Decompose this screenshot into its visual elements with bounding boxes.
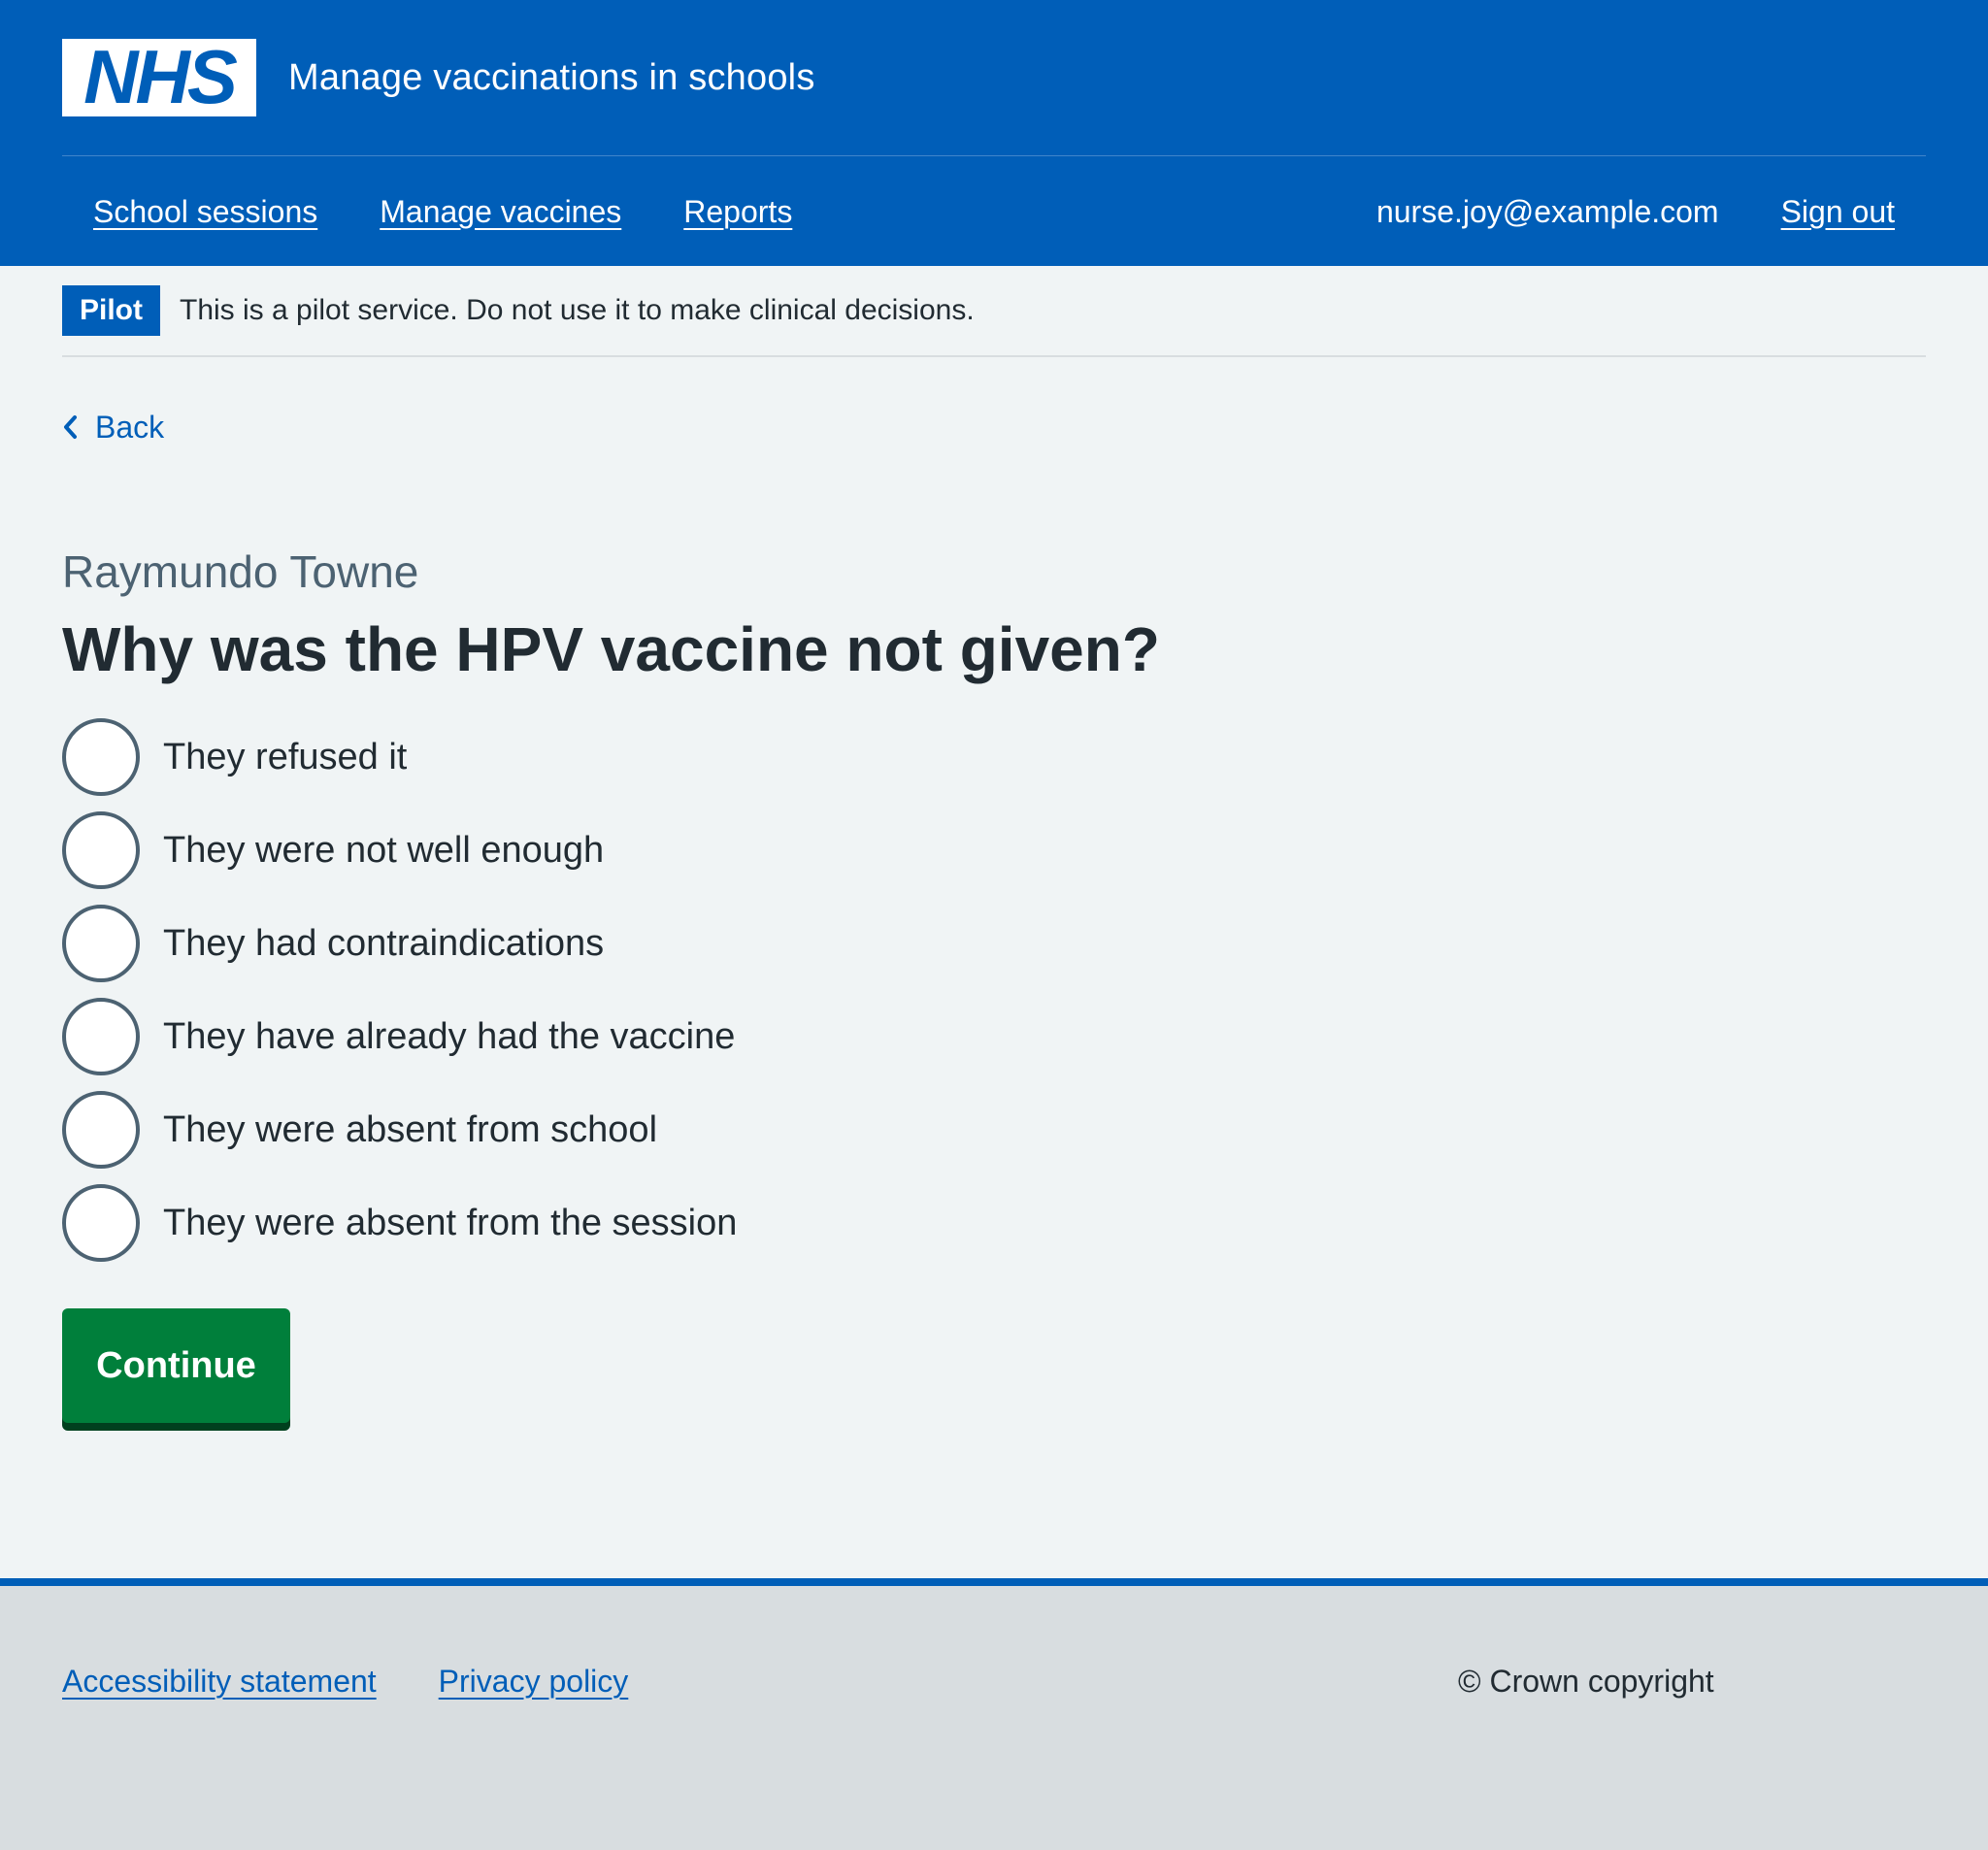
radio-label[interactable]: They refused it xyxy=(163,737,407,778)
radio-label[interactable]: They have already had the vaccine xyxy=(163,1016,735,1058)
radio-button[interactable] xyxy=(62,1184,140,1262)
patient-name-caption: Raymundo Towne xyxy=(62,546,419,597)
pilot-tag: Pilot xyxy=(62,285,160,336)
radio-option-absent-session[interactable]: They were absent from the session xyxy=(62,1184,737,1262)
account-nav: nurse.joy@example.com Sign out xyxy=(1376,190,1895,233)
footer-link-privacy[interactable]: Privacy policy xyxy=(439,1664,629,1700)
radio-option-absent-school[interactable]: They were absent from school xyxy=(62,1091,737,1169)
radio-option-already-had[interactable]: They have already had the vaccine xyxy=(62,998,737,1075)
nav-link-reports[interactable]: Reports xyxy=(683,194,792,230)
radio-option-refused[interactable]: They refused it xyxy=(62,718,737,796)
pilot-banner: Pilot This is a pilot service. Do not us… xyxy=(62,285,975,336)
radio-option-not-well[interactable]: They were not well enough xyxy=(62,811,737,889)
nav-link-manage-vaccines[interactable]: Manage vaccines xyxy=(380,194,621,230)
nhs-logo-text: NHS xyxy=(83,43,238,113)
radio-label[interactable]: They were absent from the session xyxy=(163,1203,737,1244)
sign-out-link[interactable]: Sign out xyxy=(1781,194,1895,230)
radio-button[interactable] xyxy=(62,811,140,889)
nav-link-school-sessions[interactable]: School sessions xyxy=(93,194,317,230)
continue-button[interactable]: Continue xyxy=(62,1308,290,1423)
radio-label[interactable]: They were not well enough xyxy=(163,830,604,872)
radio-button[interactable] xyxy=(62,1091,140,1169)
back-link[interactable]: Back xyxy=(62,406,164,448)
copyright-notice: © Crown copyright xyxy=(1458,1663,1714,1699)
user-email: nurse.joy@example.com xyxy=(1375,193,1719,229)
primary-nav: School sessions Manage vaccines Reports xyxy=(93,190,854,233)
site-header: NHS Manage vaccinations in schools Schoo… xyxy=(0,0,1988,266)
service-name[interactable]: Manage vaccinations in schools xyxy=(288,57,815,99)
header-divider xyxy=(62,155,1926,156)
reason-radio-group: They refused it They were not well enoug… xyxy=(62,718,737,1277)
footer-link-accessibility[interactable]: Accessibility statement xyxy=(62,1664,377,1700)
footer-links: Accessibility statement Privacy policy xyxy=(62,1660,690,1702)
nhs-logo-icon: NHS xyxy=(83,43,241,113)
radio-button[interactable] xyxy=(62,718,140,796)
header-branding: NHS Manage vaccinations in schools xyxy=(62,39,815,116)
pilot-message: This is a pilot service. Do not use it t… xyxy=(180,294,975,326)
back-link-label: Back xyxy=(95,409,165,445)
page-title: Why was the HPV vaccine not given? xyxy=(62,614,1160,684)
radio-label[interactable]: They were absent from school xyxy=(163,1109,657,1151)
chevron-left-icon xyxy=(62,414,78,440)
nhs-logo[interactable]: NHS xyxy=(62,39,256,116)
radio-label[interactable]: They had contraindications xyxy=(163,923,604,965)
radio-button[interactable] xyxy=(62,998,140,1075)
site-footer: Accessibility statement Privacy policy ©… xyxy=(0,1578,1988,1850)
radio-option-contraindications[interactable]: They had contraindications xyxy=(62,905,737,982)
radio-button[interactable] xyxy=(62,905,140,982)
pilot-divider xyxy=(62,355,1926,357)
